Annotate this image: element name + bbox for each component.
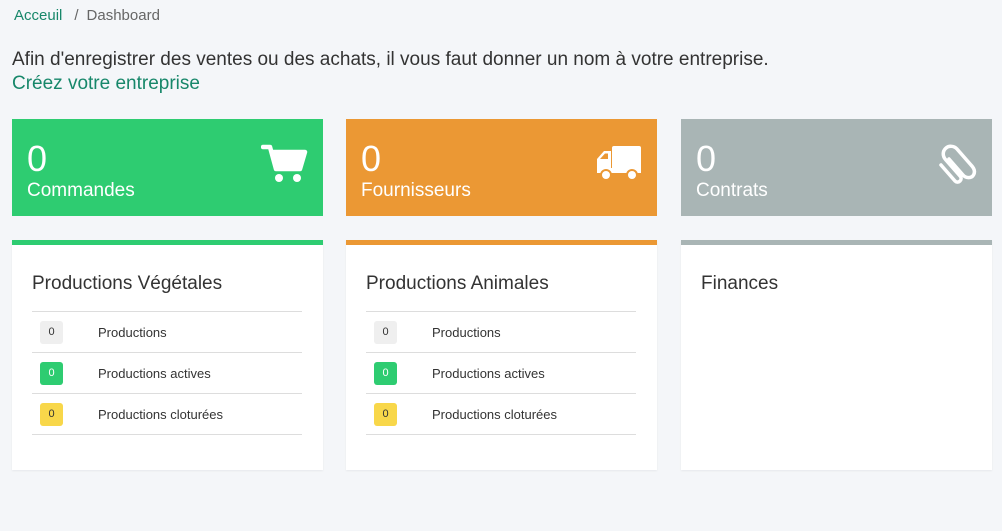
breadcrumb-separator: /: [74, 7, 79, 24]
breadcrumb: Acceuil / Dashboard: [14, 7, 160, 24]
count-badge: 0: [374, 402, 397, 426]
truck-icon: [597, 146, 641, 181]
panel-finances: Finances: [681, 240, 992, 470]
stat-label: Contrats: [696, 180, 768, 201]
panel-title: Productions Végétales: [32, 273, 223, 294]
table-row[interactable]: 0 Productions cloturées: [32, 393, 302, 435]
row-label: Productions actives: [98, 352, 302, 394]
row-label: Productions cloturées: [98, 393, 302, 435]
company-notice: Afin d'enregistrer des ventes ou des ach…: [12, 48, 769, 96]
count-badge: 0: [40, 402, 63, 426]
count-badge: 0: [40, 320, 63, 344]
row-label: Productions actives: [432, 352, 636, 394]
stat-label: Commandes: [27, 180, 135, 201]
row-label: Productions: [98, 311, 302, 353]
row-label: Productions cloturées: [432, 393, 636, 435]
stat-box-commandes[interactable]: 0 Commandes: [12, 119, 323, 216]
breadcrumb-current: Dashboard: [86, 7, 160, 24]
stat-value: 0: [696, 138, 717, 179]
stat-value: 0: [361, 138, 382, 179]
stat-label: Fournisseurs: [361, 180, 471, 201]
production-summary-table: 0 Productions 0 Productions actives 0 Pr…: [32, 311, 302, 435]
stat-value: 0: [27, 138, 48, 179]
table-row[interactable]: 0 Productions cloturées: [366, 393, 636, 435]
panel-title: Finances: [701, 273, 779, 294]
row-label: Productions: [432, 311, 636, 353]
company-notice-text: Afin d'enregistrer des ventes ou des ach…: [12, 49, 769, 70]
stat-box-contrats[interactable]: 0 Contrats: [681, 119, 992, 216]
panel-productions-animales: Productions Animales 0 Productions 0 Pro…: [346, 240, 657, 470]
count-badge: 0: [374, 320, 397, 344]
count-badge: 0: [40, 361, 63, 385]
breadcrumb-home-link[interactable]: Acceuil: [14, 7, 62, 24]
table-row[interactable]: 0 Productions: [366, 311, 636, 353]
table-row[interactable]: 0 Productions actives: [366, 352, 636, 394]
stat-box-fournisseurs[interactable]: 0 Fournisseurs: [346, 119, 657, 216]
cart-icon: [261, 144, 308, 182]
production-summary-table: 0 Productions 0 Productions actives 0 Pr…: [366, 311, 636, 435]
table-row[interactable]: 0 Productions actives: [32, 352, 302, 394]
panel-title: Productions Animales: [366, 273, 549, 294]
count-badge: 0: [374, 361, 397, 385]
paperclip-icon: [939, 144, 977, 184]
create-company-link[interactable]: Créez votre entreprise: [12, 72, 769, 96]
panel-productions-vegetales: Productions Végétales 0 Productions 0 Pr…: [12, 240, 323, 470]
table-row[interactable]: 0 Productions: [32, 311, 302, 353]
